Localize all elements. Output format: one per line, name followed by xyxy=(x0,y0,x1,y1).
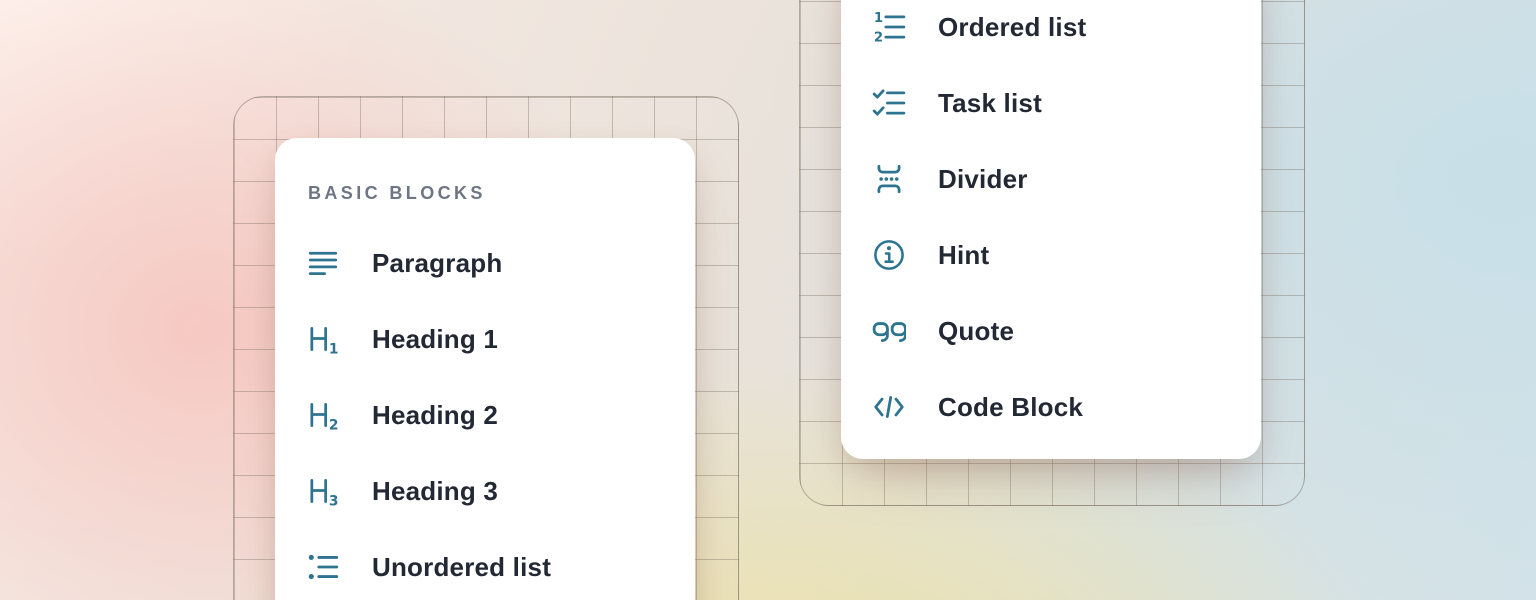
menu-item-label: Heading 3 xyxy=(372,476,498,507)
code-block-icon xyxy=(872,390,906,424)
divider-icon xyxy=(872,162,906,196)
task-list-icon xyxy=(872,86,906,120)
menu-item-code-block[interactable]: Code Block xyxy=(841,369,1261,445)
menu-item-heading-1[interactable]: 1 Heading 1 xyxy=(275,301,695,377)
svg-text:2: 2 xyxy=(874,31,883,44)
menu-item-label: Quote xyxy=(938,316,1014,347)
svg-text:1: 1 xyxy=(329,341,339,356)
menu-item-label: Heading 2 xyxy=(372,400,498,431)
unordered-list-icon xyxy=(306,550,340,584)
basic-blocks-list: Paragraph 1 Heading 1 2 Heading 2 3 Heading… xyxy=(275,225,695,600)
basic-blocks-card: BASIC BLOCKS Paragraph 1 Heading 1 2 Headi… xyxy=(275,138,695,600)
menu-item-heading-3[interactable]: 3 Heading 3 xyxy=(275,453,695,529)
menu-item-label: Hint xyxy=(938,240,989,271)
paragraph-icon xyxy=(306,246,340,280)
menu-item-divider[interactable]: Divider xyxy=(841,141,1261,217)
advanced-blocks-card: 1 2 Ordered list Task list Divider Hint … xyxy=(841,0,1261,459)
menu-item-label: Task list xyxy=(938,88,1042,119)
menu-item-quote[interactable]: Quote xyxy=(841,293,1261,369)
heading-2-icon: 2 xyxy=(306,398,340,432)
menu-item-unordered-list[interactable]: Unordered list xyxy=(275,529,695,600)
advanced-blocks-list: 1 2 Ordered list Task list Divider Hint … xyxy=(841,0,1261,445)
quote-icon xyxy=(872,314,906,348)
basic-blocks-header: BASIC BLOCKS xyxy=(308,181,486,205)
heading-3-icon: 3 xyxy=(306,474,340,508)
menu-item-ordered-list[interactable]: 1 2 Ordered list xyxy=(841,0,1261,65)
svg-text:3: 3 xyxy=(329,493,339,508)
menu-item-hint[interactable]: Hint xyxy=(841,217,1261,293)
menu-item-heading-2[interactable]: 2 Heading 2 xyxy=(275,377,695,453)
heading-1-icon: 1 xyxy=(306,322,340,356)
ordered-list-icon: 1 2 xyxy=(872,10,906,44)
menu-item-paragraph[interactable]: Paragraph xyxy=(275,225,695,301)
menu-item-label: Code Block xyxy=(938,392,1083,423)
svg-text:1: 1 xyxy=(874,11,883,26)
menu-item-label: Unordered list xyxy=(372,552,551,583)
menu-item-label: Paragraph xyxy=(372,248,502,279)
menu-item-label: Ordered list xyxy=(938,12,1086,43)
page-background: BASIC BLOCKS Paragraph 1 Heading 1 2 Headi… xyxy=(0,0,1536,600)
menu-item-label: Divider xyxy=(938,164,1028,195)
menu-item-task-list[interactable]: Task list xyxy=(841,65,1261,141)
svg-text:2: 2 xyxy=(329,417,339,432)
hint-icon xyxy=(872,238,906,272)
menu-item-label: Heading 1 xyxy=(372,324,498,355)
